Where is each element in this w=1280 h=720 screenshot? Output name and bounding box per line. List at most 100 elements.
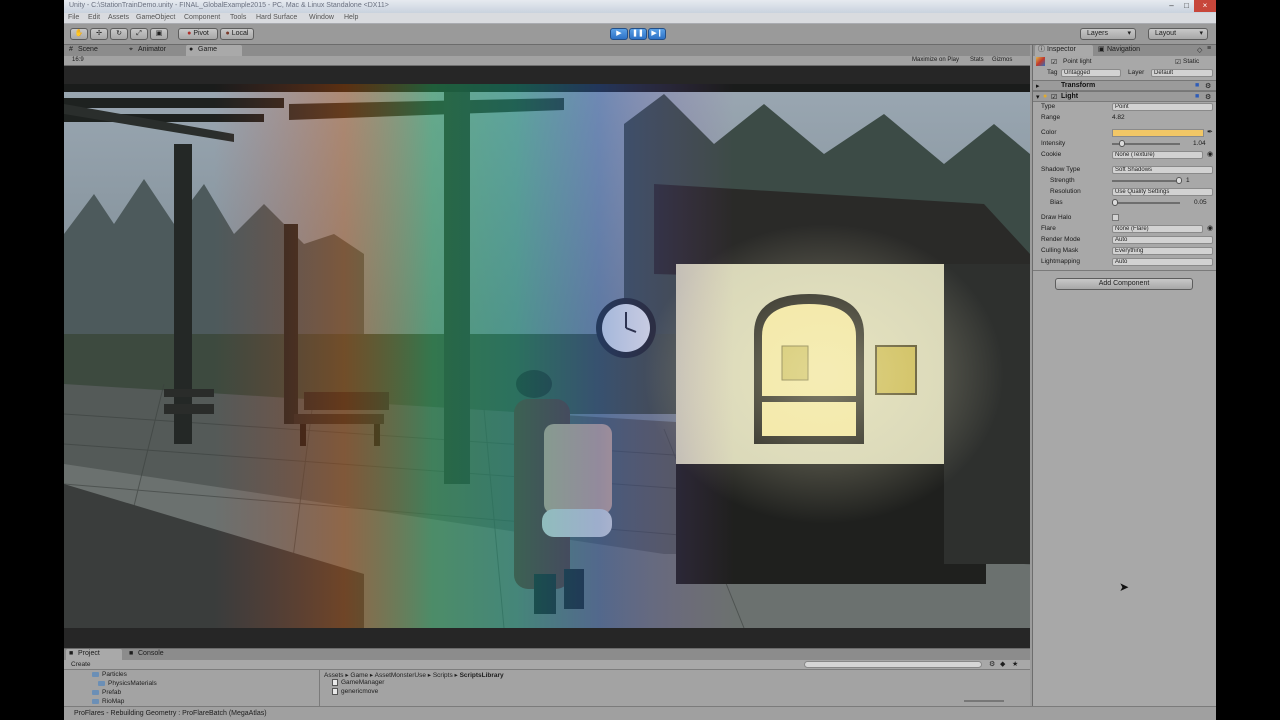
draw-halo-checkbox[interactable] xyxy=(1112,214,1119,221)
scale-tool-button[interactable]: ⤢ xyxy=(130,28,148,40)
move-tool-button[interactable]: ✢ xyxy=(90,28,108,40)
create-dropdown[interactable]: Create xyxy=(71,661,91,668)
object-picker-icon[interactable]: ◉ xyxy=(1207,224,1213,232)
icon-size-slider[interactable] xyxy=(964,700,1004,702)
flare-field[interactable]: None (Flare) xyxy=(1112,225,1203,233)
object-name[interactable]: Point light xyxy=(1063,58,1092,65)
color-swatch[interactable] xyxy=(1112,129,1204,137)
menu-gameobject[interactable]: GameObject xyxy=(136,14,175,21)
step-button[interactable]: ▶❙ xyxy=(648,28,666,40)
menu-help[interactable]: Help xyxy=(344,14,358,21)
menu-edit[interactable]: Edit xyxy=(88,14,100,21)
menu-file[interactable]: File xyxy=(68,14,79,21)
rotate-tool-button[interactable]: ↻ xyxy=(110,28,128,40)
project-search-input[interactable] xyxy=(804,661,982,668)
chevron-down-icon: ▾ xyxy=(1127,30,1131,37)
menu-window[interactable]: Window xyxy=(309,14,334,21)
breadcrumb-item[interactable]: Scripts xyxy=(433,672,453,679)
file-item[interactable]: genericmove xyxy=(332,688,378,695)
shadow-type-dropdown[interactable]: Soft Shadows xyxy=(1112,166,1213,174)
stats-toggle[interactable]: Stats xyxy=(970,57,984,63)
help-icon[interactable]: ■ xyxy=(1195,82,1199,89)
strength-field[interactable]: 1 xyxy=(1186,177,1190,184)
minimize-icon[interactable]: – xyxy=(1164,0,1179,12)
range-label: Range xyxy=(1041,114,1061,121)
filter-label-icon[interactable]: ◆ xyxy=(1000,660,1005,668)
tab-animator[interactable]: ⌖ Animator xyxy=(126,45,184,56)
add-component-button[interactable]: Add Component xyxy=(1055,278,1193,290)
menu-tools[interactable]: Tools xyxy=(230,14,246,21)
static-checkbox[interactable]: ☑ xyxy=(1175,58,1181,66)
layer-dropdown[interactable]: Default xyxy=(1151,69,1213,77)
tab-navigation[interactable]: ▣ Navigation xyxy=(1095,45,1163,56)
panel-menu-icon[interactable]: ≡ xyxy=(1207,45,1211,52)
tree-item[interactable]: Prefab xyxy=(92,689,121,696)
pivot-label: Pivot xyxy=(193,30,209,37)
breadcrumb-item[interactable]: AssetMonsterUse xyxy=(375,672,426,679)
transform-component-header[interactable]: ▸ Transform ■ ⚙ xyxy=(1033,80,1216,91)
type-dropdown[interactable]: Point xyxy=(1112,103,1213,111)
tab-project[interactable]: ■ Project xyxy=(66,649,122,660)
layout-dropdown[interactable]: Layout ▾ xyxy=(1148,28,1208,40)
intensity-slider-knob[interactable] xyxy=(1119,140,1125,147)
filter-type-icon[interactable]: ⚙ xyxy=(989,660,995,668)
favorite-star-icon[interactable]: ★ xyxy=(1012,660,1018,668)
menu-component[interactable]: Component xyxy=(184,14,220,21)
script-file-icon xyxy=(332,679,338,686)
object-picker-icon[interactable]: ◉ xyxy=(1207,150,1213,158)
bias-slider-knob[interactable] xyxy=(1112,199,1118,206)
lightmapping-dropdown[interactable]: Auto xyxy=(1112,258,1213,266)
render-mode-dropdown[interactable]: Auto xyxy=(1112,236,1213,244)
tree-item[interactable]: RioMap xyxy=(92,698,124,705)
play-button[interactable]: ▶ xyxy=(610,28,628,40)
pause-button[interactable]: ❚❚ xyxy=(629,28,647,40)
strength-slider-track[interactable] xyxy=(1112,180,1180,182)
project-toolbar: Create ⚙ ◆ ★ xyxy=(64,660,1030,670)
breadcrumb-item[interactable]: Game xyxy=(350,672,368,679)
game-render[interactable] xyxy=(64,84,1030,628)
maximize-on-play-toggle[interactable]: Maximize on Play xyxy=(912,57,959,63)
bias-slider-track[interactable] xyxy=(1112,202,1180,204)
bias-field[interactable]: 0.05 xyxy=(1194,199,1207,206)
close-icon[interactable]: × xyxy=(1194,0,1216,12)
active-checkbox[interactable]: ☑ xyxy=(1051,58,1057,66)
file-item[interactable]: GameManager xyxy=(332,679,384,686)
gear-icon[interactable]: ⚙ xyxy=(1205,93,1211,101)
menu-hard-surface[interactable]: Hard Surface xyxy=(256,14,297,21)
tag-dropdown[interactable]: Untagged xyxy=(1061,69,1121,77)
pivot-toggle[interactable]: ● Pivot xyxy=(178,28,218,40)
local-toggle[interactable]: ● Local xyxy=(220,28,254,40)
status-message: ProFlares - Rebuilding Geometry : ProFla… xyxy=(74,710,267,717)
range-field[interactable]: 4.82 xyxy=(1112,114,1125,121)
tree-item[interactable]: PhysicsMaterials xyxy=(98,680,157,687)
maximize-icon[interactable]: □ xyxy=(1179,0,1194,12)
culling-mask-dropdown[interactable]: Everything xyxy=(1112,247,1213,255)
eyedropper-icon[interactable]: ✒ xyxy=(1207,128,1213,136)
rect-tool-button[interactable]: ▣ xyxy=(150,28,168,40)
breadcrumb-item[interactable]: ScriptsLibrary xyxy=(460,672,504,679)
help-icon[interactable]: ■ xyxy=(1195,93,1199,100)
breadcrumb-item[interactable]: Assets xyxy=(324,672,344,679)
lock-icon[interactable]: ◇ xyxy=(1197,46,1202,54)
tab-console[interactable]: ■ Console xyxy=(126,649,182,660)
light-component-header[interactable]: ▾ ● ☑ Light ■ ⚙ xyxy=(1033,91,1216,102)
menu-assets[interactable]: Assets xyxy=(108,14,129,21)
resolution-dropdown[interactable]: Use Quality Settings xyxy=(1112,188,1213,196)
tab-inspector[interactable]: ⓘ Inspector xyxy=(1035,45,1093,56)
gizmos-dropdown[interactable]: Gizmos xyxy=(992,57,1012,63)
aspect-dropdown[interactable]: 16:9 xyxy=(72,57,84,63)
cookie-field[interactable]: None (Texture) xyxy=(1112,151,1203,159)
tab-game[interactable]: ● Game xyxy=(186,45,242,56)
strength-slider-knob[interactable] xyxy=(1176,177,1182,184)
tab-scene[interactable]: # Scene xyxy=(66,45,122,56)
intensity-row: Intensity 1.04 xyxy=(1033,139,1216,149)
intensity-field[interactable]: 1.04 xyxy=(1193,140,1206,147)
cookie-row: Cookie None (Texture) ◉ xyxy=(1033,150,1216,160)
hand-tool-button[interactable]: ✋ xyxy=(70,28,88,40)
gear-icon[interactable]: ⚙ xyxy=(1205,82,1211,90)
tag-label: Tag xyxy=(1047,69,1058,76)
light-enabled-checkbox[interactable]: ☑ xyxy=(1051,93,1057,101)
main-toolbar: ✋ ✢ ↻ ⤢ ▣ ● Pivot ● Local ▶ ❚❚ ▶❙ Layers… xyxy=(64,24,1216,45)
layers-dropdown[interactable]: Layers ▾ xyxy=(1080,28,1136,40)
tree-item[interactable]: Particles xyxy=(92,671,127,678)
